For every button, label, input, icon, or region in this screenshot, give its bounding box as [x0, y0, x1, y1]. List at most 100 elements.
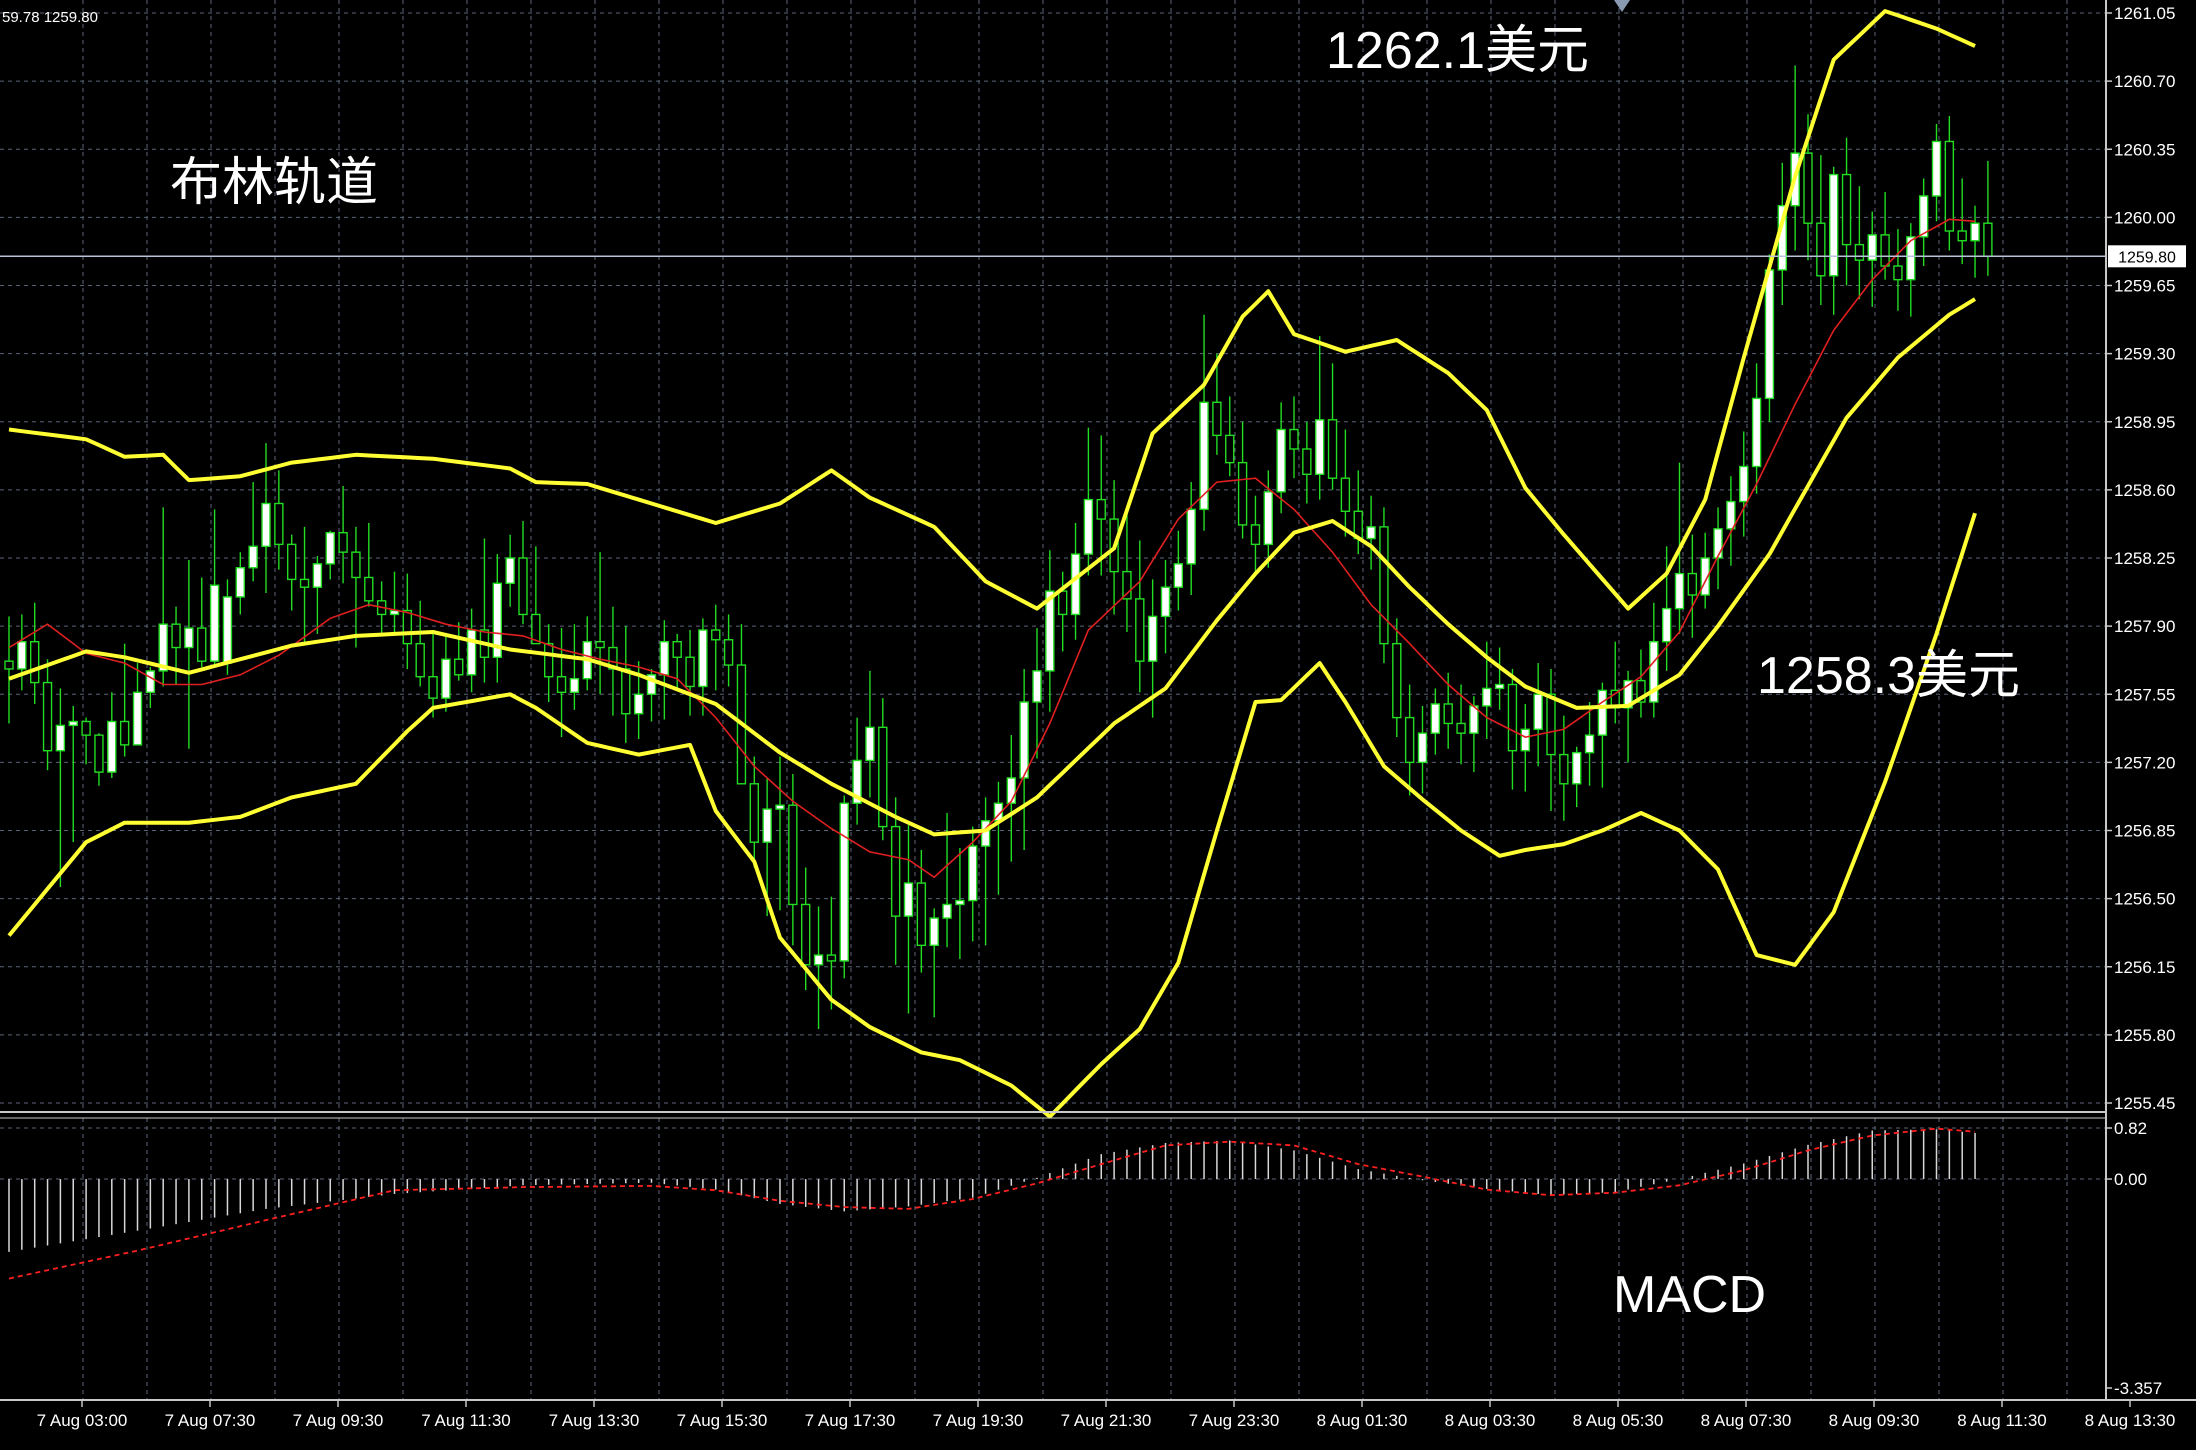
candle-body: [248, 545, 258, 569]
price-tick-label: 1258.95: [2114, 413, 2175, 432]
candle-body: [1482, 687, 1492, 707]
candle-body: [1546, 693, 1556, 756]
candle-body: [222, 596, 233, 664]
candle-body: [1366, 526, 1376, 540]
time-tick-label: 7 Aug 23:30: [1189, 1411, 1280, 1430]
candle-body: [698, 629, 708, 688]
candle-body: [184, 627, 194, 649]
candle-body: [1726, 500, 1736, 530]
candle-body: [1571, 751, 1582, 785]
candle-body: [1379, 526, 1389, 645]
candle-body: [1854, 243, 1865, 261]
candle-body: [1674, 572, 1685, 610]
time-tick-label: 8 Aug 07:30: [1701, 1411, 1792, 1430]
candle-body: [762, 808, 772, 843]
candle-body: [1970, 222, 1980, 242]
candle-body: [916, 882, 927, 947]
candle-body: [672, 640, 682, 658]
candle-body: [1430, 703, 1441, 734]
candle-body: [1237, 461, 1248, 526]
candle-body: [865, 726, 875, 762]
candle-body: [17, 640, 27, 670]
candle-body: [569, 677, 580, 694]
candle-body: [1147, 615, 1158, 662]
candle-body: [1751, 397, 1762, 468]
candle-body: [1456, 722, 1466, 734]
time-tick-label: 7 Aug 13:30: [549, 1411, 640, 1430]
candle-body: [505, 557, 515, 585]
indicator-title: 布林轨道: [170, 154, 378, 212]
candle-body: [1314, 419, 1325, 476]
candle-body: [633, 693, 644, 715]
candle: [1379, 507, 1389, 664]
candle-body: [286, 543, 297, 581]
candle-body: [1327, 419, 1338, 479]
candle-body: [1880, 234, 1890, 267]
candle-body: [1276, 428, 1286, 493]
time-tick-label: 7 Aug 09:30: [293, 1411, 384, 1430]
candle-body: [1828, 173, 1839, 277]
price-tick-label: 1258.60: [2114, 481, 2175, 500]
candle-body: [1597, 689, 1608, 736]
candle-body: [1006, 777, 1016, 804]
candle-body: [518, 557, 528, 616]
price-tick-label: 1258.25: [2114, 549, 2175, 568]
candle-body: [312, 563, 323, 588]
candle-body: [364, 576, 374, 602]
candle-body: [1931, 140, 1942, 197]
candle-body: [813, 954, 824, 966]
candle-body: [1893, 265, 1903, 281]
candle-body: [1841, 173, 1852, 246]
candle-body: [466, 629, 477, 676]
candle-body: [1096, 498, 1106, 520]
candle-body: [942, 903, 952, 919]
candle-body: [1392, 642, 1402, 719]
candle-body: [107, 720, 117, 773]
price-tick-label: 1256.15: [2114, 958, 2175, 977]
candle-body: [955, 899, 965, 906]
candle-body: [1057, 590, 1068, 616]
candle-body: [1250, 524, 1261, 546]
candle-body: [415, 642, 425, 678]
candle-body: [1417, 732, 1428, 764]
current-price-label: 1259.80: [2118, 249, 2176, 266]
price-tick-label: 1256.85: [2114, 822, 2175, 841]
candle-body: [1135, 598, 1145, 662]
candle-body: [1289, 428, 1299, 450]
candle-body: [351, 551, 361, 579]
candle-body: [119, 720, 130, 746]
candle-body: [1302, 448, 1312, 476]
candle-body: [1160, 586, 1171, 618]
candle-body: [711, 629, 721, 641]
candle-body: [1404, 716, 1415, 764]
price-tick-label: 1257.55: [2114, 685, 2175, 704]
price-tick-label: 1257.20: [2114, 753, 2175, 772]
time-tick-label: 7 Aug 03:00: [37, 1411, 128, 1430]
macd-tick-label: 0.00: [2114, 1170, 2147, 1189]
macd-tick-label: -3.357: [2114, 1379, 2162, 1398]
trading-chart[interactable]: 1261.05 1260.70 1260.35 1260.00 1259.65 1259.…: [0, 0, 2196, 1450]
time-tick-label: 8 Aug 05:30: [1573, 1411, 1664, 1430]
candle-body: [1019, 701, 1029, 779]
candle-body: [621, 668, 631, 715]
candle-body: [1816, 222, 1826, 277]
time-tick-label: 7 Aug 11:30: [421, 1411, 511, 1430]
candle-body: [1083, 498, 1094, 555]
candle-body: [1070, 553, 1081, 616]
candle-body: [659, 640, 670, 676]
candle-body: [299, 578, 310, 588]
candle-body: [1443, 703, 1453, 725]
candle-body: [145, 670, 156, 694]
candle-body: [595, 640, 605, 649]
candle-body: [968, 845, 978, 902]
candle-body: [685, 656, 695, 688]
candle-body: [826, 954, 837, 962]
candle-body: [1687, 572, 1698, 596]
time-tick-label: 7 Aug 15:30: [677, 1411, 768, 1430]
candle-body: [543, 642, 554, 678]
macd-tick-label: 0.82: [2114, 1119, 2147, 1138]
candle-body: [775, 804, 785, 810]
candle-body: [1340, 477, 1351, 512]
candle-body: [325, 531, 335, 565]
candle-body: [55, 724, 66, 752]
